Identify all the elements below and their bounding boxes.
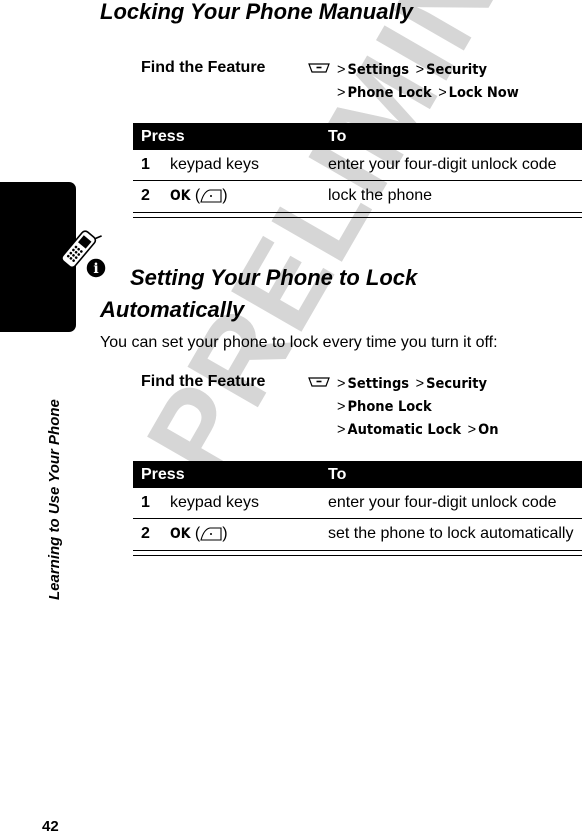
step-number: 1 [141, 494, 150, 511]
press-to-table-auto: Press To 1 keypad keys enter your four-d… [133, 461, 582, 556]
find-feature-label: Find the Feature [141, 373, 266, 390]
press-cell: OK () [170, 187, 228, 204]
step-number: 2 [141, 525, 150, 542]
to-cell: enter your four-digit unlock code [328, 156, 557, 173]
menu-path-item: On [478, 422, 499, 438]
press-to-table-manual: Press To 1 keypad keys enter your four-d… [133, 123, 582, 218]
menu-path-item: Phone Lock [347, 399, 432, 415]
to-cell: enter your four-digit unlock code [328, 494, 557, 511]
menu-path-item: Phone Lock [347, 85, 432, 101]
to-cell: set the phone to lock automatically [328, 525, 574, 542]
menu-key-icon [308, 377, 330, 387]
header-press: Press [141, 127, 185, 145]
table-header: Press To [133, 123, 582, 150]
step-number: 1 [141, 156, 150, 173]
menu-path-item: Security [426, 62, 487, 78]
find-feature-label: Find the Feature [141, 59, 266, 76]
table-row: 1 keypad keys enter your four-digit unlo… [133, 488, 582, 519]
table-end-rule [133, 551, 582, 556]
press-cell: keypad keys [170, 494, 259, 511]
intro-text: You can set your phone to lock every tim… [100, 334, 498, 351]
header-to: To [328, 127, 347, 145]
header-to: To [328, 465, 347, 483]
right-soft-key-icon [200, 527, 222, 541]
phone-info-icon: i [61, 230, 107, 279]
svg-text:i: i [93, 261, 98, 277]
menu-path-item: Settings [347, 376, 410, 392]
menu-path: > Settings > Security > Phone Lock > Lock No… [337, 62, 519, 101]
press-cell: keypad keys [170, 156, 259, 173]
table-row: 1 keypad keys enter your four-digit unlo… [133, 150, 582, 181]
menu-path-item: Lock Now [448, 85, 519, 101]
chapter-side-title: Learning to Use Your Phone [46, 399, 63, 600]
menu-path-item: Automatic Lock [347, 422, 462, 438]
menu-path-item: Settings [347, 62, 410, 78]
to-cell: lock the phone [328, 187, 433, 204]
header-press: Press [141, 465, 185, 483]
menu-path-item: Security [426, 376, 487, 392]
table-row: 2 OK () set the phone to lock automatica… [133, 519, 582, 551]
table-header: Press To [133, 461, 582, 488]
step-number: 2 [141, 187, 150, 204]
section-title-auto-lock: Setting Your Phone to Lock Automatically [100, 265, 418, 322]
page-number: 42 [42, 818, 59, 835]
section-title-manual-lock: Locking Your Phone Manually [100, 0, 413, 24]
table-row: 2 OK () lock the phone [133, 181, 582, 213]
press-cell: OK () [170, 525, 228, 542]
menu-path: > Settings > Security > Phone Lock > Automat… [337, 376, 499, 438]
menu-key-icon [308, 63, 330, 73]
right-soft-key-icon [200, 189, 222, 203]
table-end-rule [133, 213, 582, 218]
